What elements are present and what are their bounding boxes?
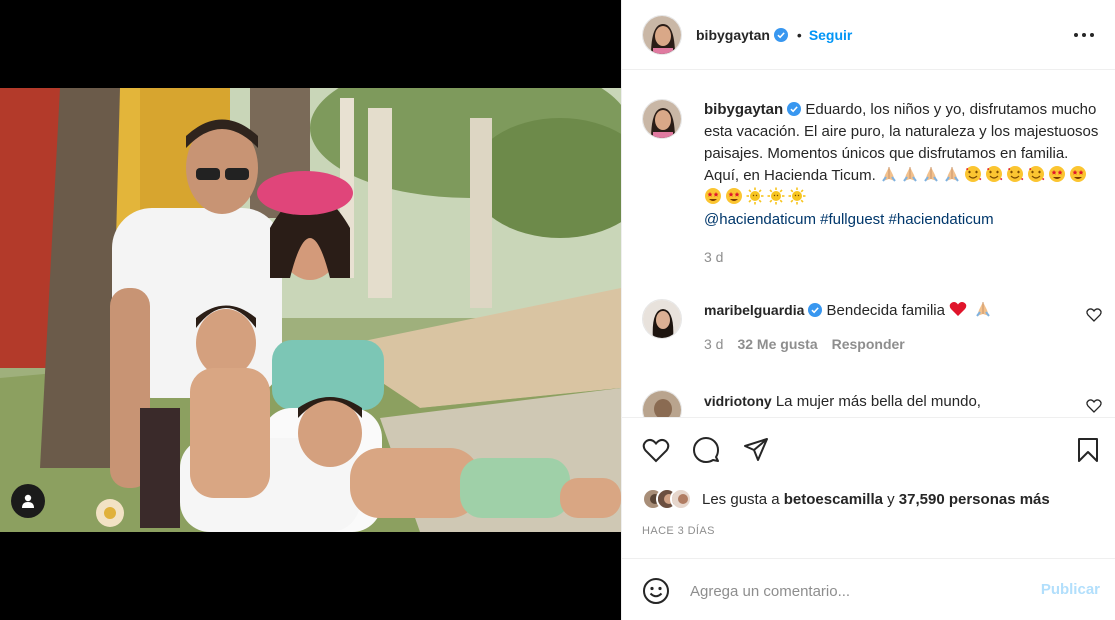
like-comment-heart-icon[interactable]	[1086, 398, 1102, 414]
post-caption: bibygaytan Eduardo, los niños y yo, disf…	[642, 99, 1102, 265]
family-photo-image	[0, 88, 621, 532]
comment-text: Bendecida familia	[826, 302, 945, 319]
comment-time: 3 d	[704, 336, 724, 352]
caption-text-block: bibygaytan Eduardo, los niños y yo, disf…	[704, 99, 1102, 231]
verified-badge-icon	[808, 303, 823, 317]
like-comment-heart-icon[interactable]	[1086, 307, 1102, 323]
caption-username[interactable]: bibygaytan	[704, 101, 783, 118]
like-heart-icon[interactable]	[642, 436, 670, 464]
profile-photo-icon	[643, 300, 681, 338]
star-struck-icon	[726, 188, 742, 204]
hashtag-link[interactable]: #haciendaticum	[889, 211, 994, 228]
avatar	[670, 488, 692, 510]
sun-icon	[767, 187, 785, 205]
caption-time: 3 d	[704, 249, 724, 265]
folded-hands-icon	[945, 167, 959, 182]
more-dots-icon	[1074, 33, 1094, 37]
verified-badge-icon	[773, 27, 788, 42]
comment-username[interactable]: maribelguardia	[704, 302, 804, 318]
profile-photo-icon	[643, 15, 681, 54]
comment-bubble-icon[interactable]	[692, 436, 720, 464]
star-struck-icon	[1048, 166, 1065, 182]
likes-summary[interactable]: Les gusta a betoescamilla y 37,590 perso…	[642, 488, 1050, 510]
author-username[interactable]: bibygaytan	[696, 27, 770, 43]
profile-photo-icon	[643, 391, 681, 417]
folded-hands-icon	[976, 302, 991, 317]
avatar[interactable]	[642, 99, 682, 139]
comment-username[interactable]: vidriotony	[704, 393, 772, 409]
liker-photo-icon	[672, 490, 690, 508]
post-actions: Les gusta a betoescamilla y 37,590 perso…	[622, 417, 1115, 620]
smiling-hearts-icon	[1006, 166, 1024, 182]
comments-list[interactable]: bibygaytan Eduardo, los niños y yo, disf…	[622, 71, 1115, 417]
folded-hands-icon	[903, 167, 917, 182]
avatar[interactable]	[642, 299, 682, 339]
save-bookmark-icon[interactable]	[1074, 436, 1102, 464]
emoji-picker-icon[interactable]	[642, 577, 670, 605]
post-timestamp: HACE 3 DÍAS	[642, 525, 715, 537]
follow-button[interactable]: Seguir	[809, 27, 853, 43]
user-icon	[22, 494, 34, 508]
reply-button[interactable]: Responder	[832, 336, 905, 352]
first-liker[interactable]: betoescamilla	[784, 491, 883, 508]
comment-input[interactable]	[690, 579, 1010, 603]
avatar[interactable]	[642, 14, 682, 55]
action-icons-row	[642, 436, 1098, 464]
hashtag-link[interactable]: #fullguest	[820, 211, 884, 228]
likes-joiner: y	[887, 490, 895, 508]
tagged-users-button[interactable]	[11, 484, 45, 518]
star-struck-icon	[1069, 166, 1086, 182]
comment-text: La mujer más bella del mundo,	[775, 393, 981, 410]
share-send-icon[interactable]	[742, 436, 770, 464]
comment-text-block: vidriotony La mujer más bella del mundo,	[704, 390, 1102, 413]
post-header: bibygaytan • Seguir	[622, 0, 1115, 70]
comment-item: vidriotony La mujer más bella del mundo,	[642, 390, 1102, 417]
comment-item: maribelguardia Bendecida familia 3 d 32 …	[642, 299, 1102, 352]
post-photo[interactable]	[0, 88, 621, 532]
comment-text-block: maribelguardia Bendecida familia	[704, 299, 1102, 322]
mention-link[interactable]: @haciendaticum	[704, 211, 816, 228]
comment-meta: 3 d 32 Me gusta Responder	[704, 336, 1102, 352]
folded-hands-icon	[882, 167, 896, 182]
star-struck-icon	[705, 188, 721, 204]
sun-icon	[746, 187, 764, 205]
smiling-hearts-icon	[985, 166, 1003, 182]
publish-button[interactable]: Publicar	[1041, 581, 1100, 598]
add-comment-bar: Publicar	[622, 558, 1115, 620]
smiling-hearts-icon	[964, 166, 982, 182]
smiling-hearts-icon	[1027, 166, 1045, 182]
separator-dot: •	[796, 26, 802, 43]
comment-likes-count[interactable]: 32 Me gusta	[737, 336, 817, 352]
folded-hands-icon	[924, 167, 938, 182]
profile-photo-icon	[643, 100, 681, 138]
likes-others[interactable]: 37,590 personas más	[899, 491, 1050, 508]
post-details-panel: bibygaytan • Seguir bibygaytan Eduardo, …	[621, 0, 1115, 620]
avatar[interactable]	[642, 390, 682, 417]
liker-avatars	[642, 488, 692, 510]
post-media	[0, 0, 621, 620]
more-options-button[interactable]	[1072, 25, 1096, 45]
verified-badge-icon	[787, 102, 802, 116]
red-heart-icon	[949, 302, 967, 316]
sun-icon	[788, 187, 806, 205]
likes-prefix: Les gusta a	[702, 490, 780, 508]
